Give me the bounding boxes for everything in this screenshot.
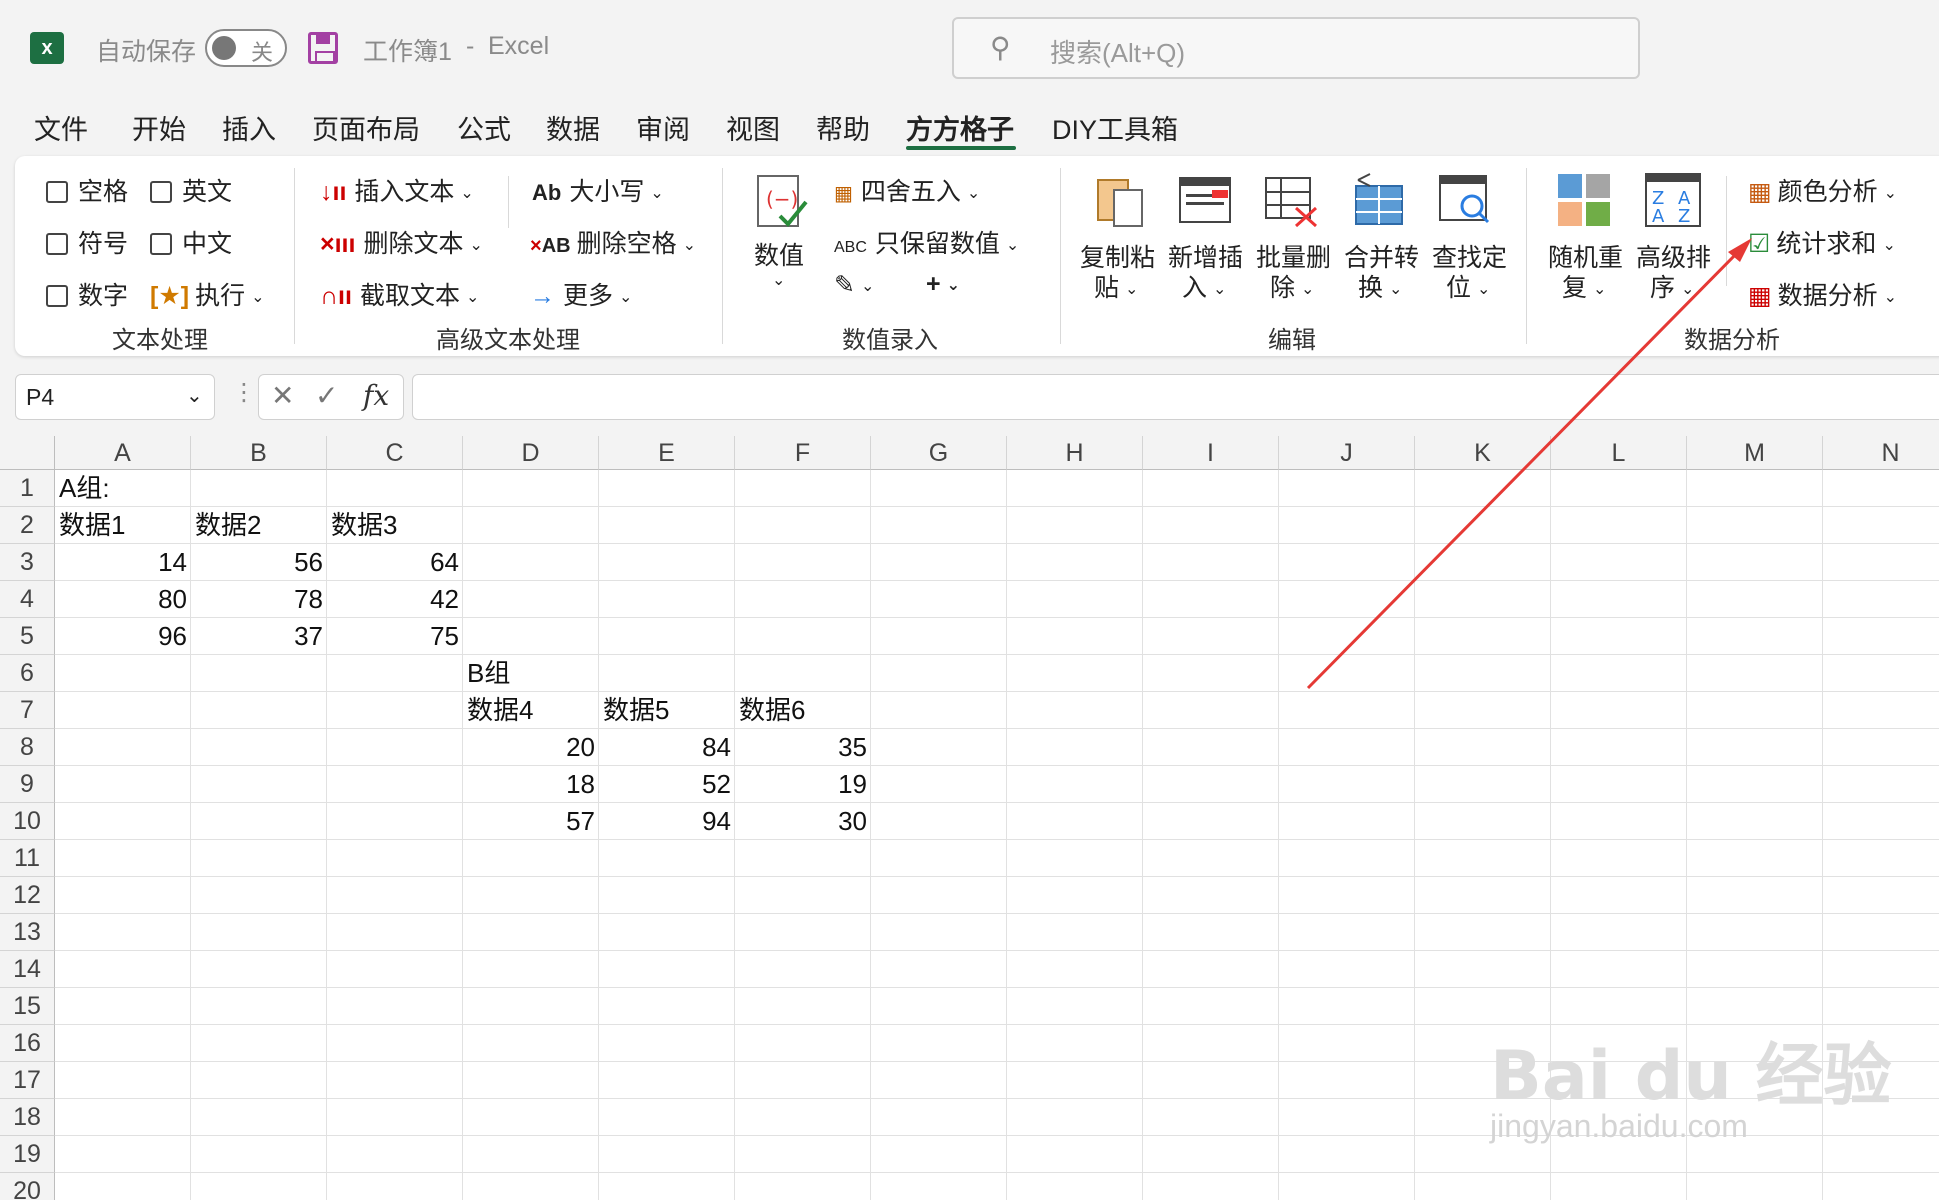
baidu-watermark-url: jingyan.baidu.com: [1490, 1108, 1748, 1144]
baidu-watermark-logo: Bai du 经验: [1490, 1037, 1892, 1116]
